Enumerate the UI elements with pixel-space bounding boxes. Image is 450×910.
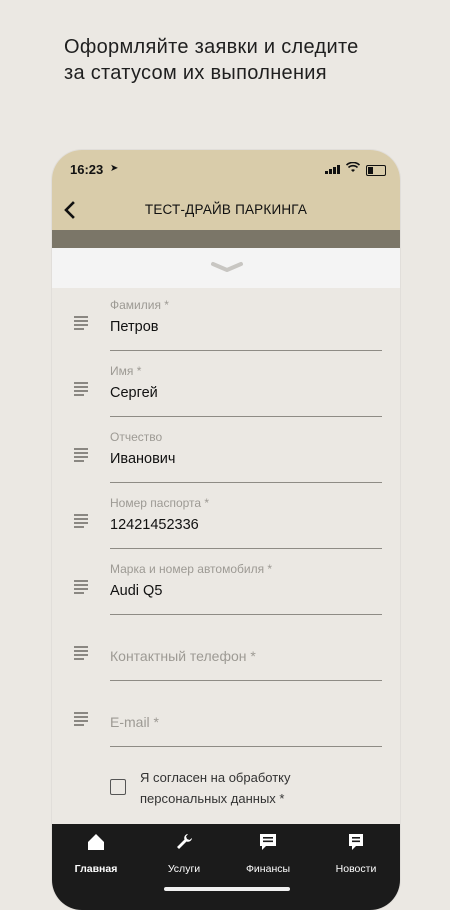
location-arrow-icon: ➤	[110, 163, 119, 174]
name-field[interactable]: Имя * Сергей	[52, 354, 400, 420]
tab-home-label: Главная	[74, 863, 118, 875]
finance-chat-icon	[260, 834, 276, 850]
phone-field[interactable]: Контактный телефон *	[52, 618, 400, 684]
tab-news[interactable]: Новости	[316, 832, 396, 875]
surname-value: Петров	[110, 319, 159, 335]
email-placeholder: E-mail *	[110, 714, 160, 730]
field-underline	[110, 482, 382, 483]
news-icon	[349, 834, 363, 850]
tab-finance-label: Финансы	[245, 863, 291, 875]
text-lines-icon	[74, 580, 88, 594]
bottom-tab-bar: Главная Услуги Финансы Новости	[52, 824, 400, 910]
field-underline	[110, 746, 382, 747]
status-bar: 16:23 ➤	[52, 150, 400, 190]
wrench-icon	[177, 834, 192, 849]
tab-services[interactable]: Услуги	[144, 832, 224, 875]
signal-icon	[325, 165, 340, 174]
patronymic-label: Отчество	[110, 430, 163, 444]
text-lines-icon	[74, 448, 88, 462]
consent-label: Я согласен на обработку персональных дан…	[140, 767, 360, 809]
page-title: ТЕСТ-ДРАЙВ ПАРКИНГА	[144, 202, 308, 217]
home-icon	[88, 834, 104, 850]
tab-home[interactable]: Главная	[56, 832, 136, 875]
field-underline	[110, 614, 382, 615]
passport-label: Номер паспорта *	[110, 496, 210, 510]
promo-text: Оформляйте заявки и следите за статусом …	[64, 34, 404, 86]
field-underline	[110, 680, 382, 681]
text-lines-icon	[74, 382, 88, 396]
home-indicator	[164, 887, 290, 891]
patronymic-field[interactable]: Отчество Иванович	[52, 420, 400, 486]
battery-icon	[366, 165, 386, 176]
tab-news-label: Новости	[335, 863, 377, 875]
consent-line-1: Я согласен на обработку	[140, 770, 291, 785]
email-field[interactable]: E-mail *	[52, 684, 400, 750]
promo-line-1: Оформляйте заявки и следите	[64, 36, 359, 58]
field-underline	[110, 548, 382, 549]
tab-finance[interactable]: Финансы	[228, 832, 308, 875]
car-label: Марка и номер автомобиля *	[110, 562, 273, 576]
tab-services-label: Услуги	[167, 863, 201, 875]
patronymic-value: Иванович	[110, 451, 176, 467]
passport-field[interactable]: Номер паспорта * 12421452336	[52, 486, 400, 552]
phone-screen: 16:23 ➤ ТЕСТ-ДРАЙВ ПАРКИНГА Фамилия * Пе…	[52, 150, 400, 910]
text-lines-icon	[74, 712, 88, 726]
status-time: 16:23	[70, 162, 104, 177]
consent-line-2: персональных данных *	[140, 791, 285, 806]
consent-row: Я согласен на обработку персональных дан…	[110, 767, 370, 813]
text-lines-icon	[74, 316, 88, 330]
car-field[interactable]: Марка и номер автомобиля * Audi Q5	[52, 552, 400, 618]
phone-placeholder: Контактный телефон *	[110, 648, 256, 664]
app-header: ТЕСТ-ДРАЙВ ПАРКИНГА	[52, 190, 400, 230]
name-label: Имя *	[110, 364, 142, 378]
header-divider-strip	[52, 230, 400, 248]
promo-line-2: за статусом их выполнения	[64, 62, 327, 84]
car-value: Audi Q5	[110, 583, 163, 599]
field-underline	[110, 416, 382, 417]
name-value: Сергей	[110, 385, 158, 401]
surname-field[interactable]: Фамилия * Петров	[52, 288, 400, 354]
consent-checkbox[interactable]	[110, 779, 126, 795]
text-lines-icon	[74, 514, 88, 528]
collapse-toggle[interactable]	[52, 248, 400, 288]
chevron-down-icon	[211, 262, 243, 272]
text-lines-icon	[74, 646, 88, 660]
passport-value: 12421452336	[110, 517, 199, 533]
field-underline	[110, 350, 382, 351]
wifi-icon	[346, 162, 360, 172]
surname-label: Фамилия *	[110, 298, 169, 312]
